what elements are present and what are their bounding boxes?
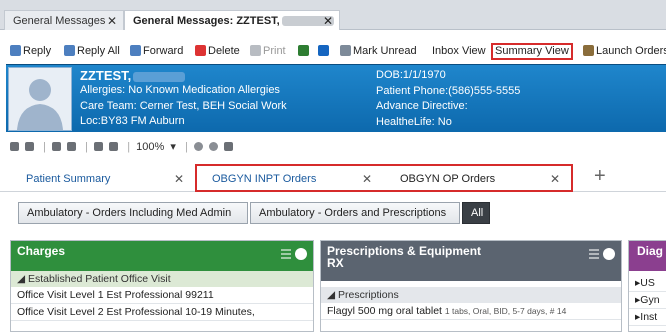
close-icon[interactable]: ✕ bbox=[323, 11, 333, 31]
forward-label: Forward bbox=[143, 45, 184, 57]
delete-button[interactable]: Delete bbox=[195, 43, 240, 60]
medication-name: Flagyl 500 mg oral tablet bbox=[327, 305, 442, 317]
inbox-view-label: Inbox View bbox=[432, 45, 486, 57]
filter-orders-and-prescriptions[interactable]: Ambulatory - Orders and Prescriptions bbox=[250, 202, 460, 224]
diag-header: Diag bbox=[629, 241, 666, 271]
print-preview-icon[interactable] bbox=[67, 142, 77, 151]
forward-icon bbox=[130, 45, 141, 56]
patient-info-left: ZZTEST, Allergies: No Known Medication A… bbox=[80, 68, 287, 130]
home-icon[interactable] bbox=[223, 142, 233, 151]
tab-patient-summary[interactable]: Patient Summary ✕ bbox=[26, 170, 196, 188]
close-icon[interactable]: ✕ bbox=[174, 170, 184, 188]
grip-icon[interactable] bbox=[281, 249, 291, 259]
patient-name[interactable]: ZZTEST, bbox=[80, 68, 287, 83]
summary-view-button[interactable]: Summary View bbox=[491, 43, 573, 60]
summary-view-label: Summary View bbox=[495, 45, 569, 57]
inbox-view-button[interactable]: Inbox View bbox=[432, 43, 486, 60]
diag-component: Diag ▸US ▸Gyn ▸Inst bbox=[628, 240, 666, 332]
down-arrow-button[interactable] bbox=[318, 43, 331, 60]
reply-button[interactable]: Reply bbox=[10, 43, 51, 60]
prescriptions-component: Prescriptions & Equipment RX ◢ Prescript… bbox=[320, 240, 622, 332]
list-item[interactable]: ▸Inst bbox=[629, 309, 666, 326]
filter-orders-including-med-admin[interactable]: Ambulatory - Orders Including Med Admin bbox=[18, 202, 248, 224]
charges-header: Charges bbox=[11, 241, 313, 271]
collapse-icon[interactable] bbox=[295, 248, 307, 260]
reply-all-label: Reply All bbox=[77, 45, 120, 57]
location: Loc:BY83 FM Auburn bbox=[80, 115, 185, 127]
print-label: Print bbox=[263, 45, 286, 57]
forward-button[interactable]: Forward bbox=[130, 43, 183, 60]
tab-general-messages[interactable]: General Messages ✕ bbox=[4, 10, 124, 30]
clipboard-icon bbox=[583, 45, 594, 56]
printer-icon bbox=[250, 45, 261, 56]
tab-label: Patient Summary bbox=[26, 173, 111, 185]
section-header[interactable]: ◢ Established Patient Office Visit bbox=[11, 271, 313, 287]
binoculars-icon[interactable] bbox=[10, 142, 19, 151]
mark-unread-button[interactable]: Mark Unread bbox=[340, 43, 417, 60]
redacted-name bbox=[133, 71, 186, 82]
prescriptions-header: Prescriptions & Equipment RX bbox=[321, 241, 621, 281]
component-title: Prescriptions & Equipment bbox=[327, 244, 482, 258]
highlight-box bbox=[195, 164, 573, 192]
collapse-icon[interactable] bbox=[603, 248, 615, 260]
component-title: Charges bbox=[17, 244, 66, 258]
print-button[interactable]: Print bbox=[250, 43, 286, 60]
allergies[interactable]: Allergies: No Known Medication Allergies bbox=[80, 83, 287, 99]
list-item[interactable]: Office Visit Level 1 Est Professional 99… bbox=[11, 287, 313, 304]
arrow-down-icon bbox=[318, 45, 329, 56]
refresh-icon[interactable] bbox=[208, 142, 218, 151]
chevron-down-icon[interactable]: ▾ bbox=[170, 141, 176, 153]
grip-icon[interactable] bbox=[589, 249, 599, 259]
section-header[interactable]: ◢ Prescriptions bbox=[321, 287, 621, 303]
zoom-level[interactable]: 100% bbox=[136, 141, 164, 153]
filter-all[interactable]: All bbox=[462, 202, 490, 224]
advance-directive: Advance Directive: bbox=[376, 100, 468, 112]
mark-unread-label: Mark Unread bbox=[353, 45, 417, 57]
window-tab-bar: General Messages ✕ General Messages: ZZT… bbox=[0, 0, 666, 30]
care-team[interactable]: Care Team: Cerner Test, BEH Social Work bbox=[80, 99, 287, 115]
reply-label: Reply bbox=[23, 45, 52, 57]
triangle-down-icon: ◢ bbox=[327, 289, 338, 301]
patient-info-right: DOB:1/1/1970 Patient Phone:(586)555-5555… bbox=[376, 68, 520, 130]
tab-general-messages-patient[interactable]: General Messages: ZZTEST, ✕ bbox=[124, 10, 340, 30]
reply-all-button[interactable]: Reply All bbox=[64, 43, 120, 60]
list-item[interactable]: Flagyl 500 mg oral tablet 1 tabs, Oral, … bbox=[321, 303, 621, 320]
patient-phone: Patient Phone:(586)555-5555 bbox=[376, 84, 521, 97]
message-toolbar: Reply Reply All Forward Delete Print Mar… bbox=[0, 40, 666, 62]
print-icon[interactable] bbox=[52, 142, 62, 151]
close-icon[interactable]: ✕ bbox=[107, 11, 117, 31]
envelope-icon bbox=[340, 45, 351, 56]
view-toolbar: | | | 100% ▾ | bbox=[10, 140, 236, 156]
delete-label: Delete bbox=[208, 45, 240, 57]
stop-icon[interactable] bbox=[193, 142, 203, 151]
list-item[interactable]: Office Visit Level 2 Est Professional 10… bbox=[11, 304, 313, 321]
zoom-in-icon[interactable] bbox=[94, 142, 104, 151]
list-item[interactable]: ▸Gyn bbox=[629, 292, 666, 309]
up-arrow-button[interactable] bbox=[298, 43, 311, 60]
launch-orders-label: Launch Orders bbox=[596, 45, 666, 57]
zoom-out-icon[interactable] bbox=[109, 142, 119, 151]
arrow-up-icon bbox=[298, 45, 309, 56]
medication-detail: 1 tabs, Oral, BID, 5-7 days, # 14 bbox=[444, 306, 567, 316]
list-item[interactable]: ▸US bbox=[629, 275, 666, 292]
person-silhouette-icon bbox=[17, 79, 63, 130]
page-icon[interactable] bbox=[25, 142, 35, 151]
delete-icon bbox=[195, 45, 206, 56]
patient-avatar bbox=[8, 67, 72, 131]
reply-icon bbox=[10, 45, 21, 56]
component-subtitle: RX bbox=[327, 256, 344, 270]
add-tab-icon[interactable]: + bbox=[594, 164, 606, 188]
tab-label: General Messages: ZZTEST, bbox=[133, 15, 280, 27]
launch-orders-button[interactable]: Launch Orders bbox=[583, 43, 666, 60]
healthelife: HealtheLife: No bbox=[376, 115, 452, 128]
dob: DOB:1/1/1970 bbox=[376, 69, 446, 81]
triangle-down-icon: ◢ bbox=[17, 273, 28, 285]
reply-all-icon bbox=[64, 45, 75, 56]
charges-component: Charges ◢ Established Patient Office Vis… bbox=[10, 240, 314, 332]
tab-label: General Messages bbox=[13, 15, 106, 27]
patient-banner: ZZTEST, Allergies: No Known Medication A… bbox=[6, 64, 666, 132]
component-title: Diag bbox=[637, 244, 664, 258]
